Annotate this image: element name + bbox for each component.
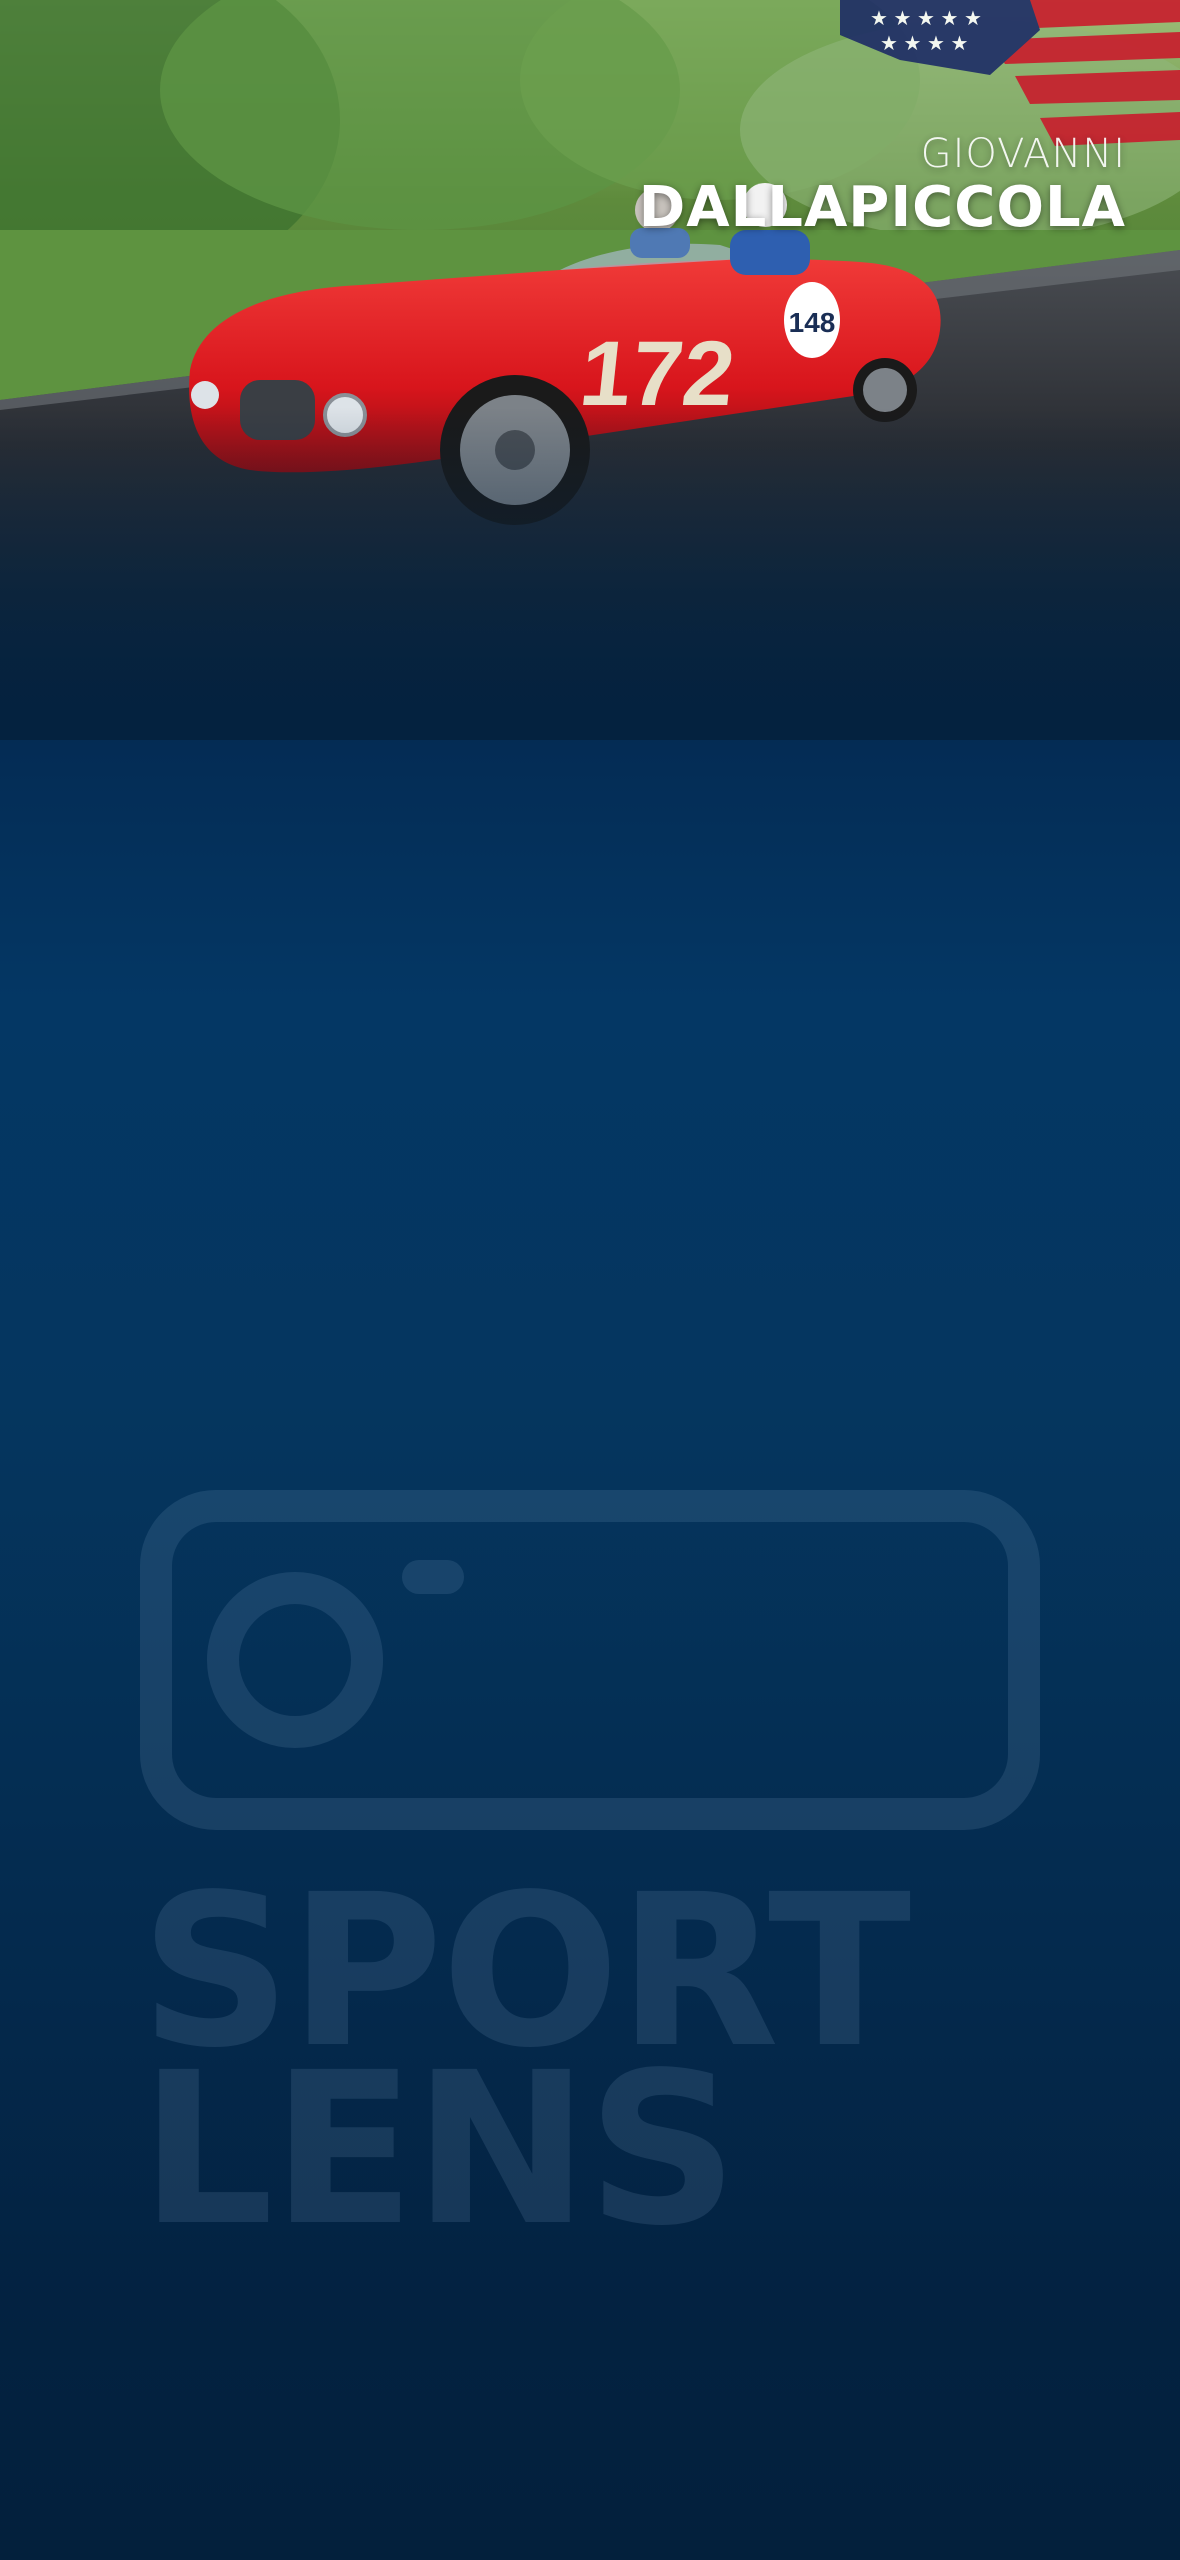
driver-last-name: DALLAPICCOLA <box>638 175 1126 240</box>
driver-first-name: GIOVANNI <box>920 131 1126 177</box>
camera-icon <box>140 1490 1040 1830</box>
sportlens-watermark-logo: SPORT LENS <box>140 1490 1040 2272</box>
driver-name: GIOVANNI DALLAPICCOLA <box>639 130 1126 238</box>
flag-usa-icon: ★ ★ ★ ★ ★ ★ ★ ★ ★ <box>840 0 1180 150</box>
svg-text:★ ★ ★ ★: ★ ★ ★ ★ <box>880 33 968 55</box>
svg-text:★ ★ ★ ★ ★: ★ ★ ★ ★ ★ <box>870 8 982 30</box>
watermark-word-lens: LENS <box>140 2027 738 2272</box>
hero-photo: 148 172 ★ ★ ★ ★ ★ ★ ★ ★ ★ GIOVANNI DALLA… <box>0 0 1180 740</box>
